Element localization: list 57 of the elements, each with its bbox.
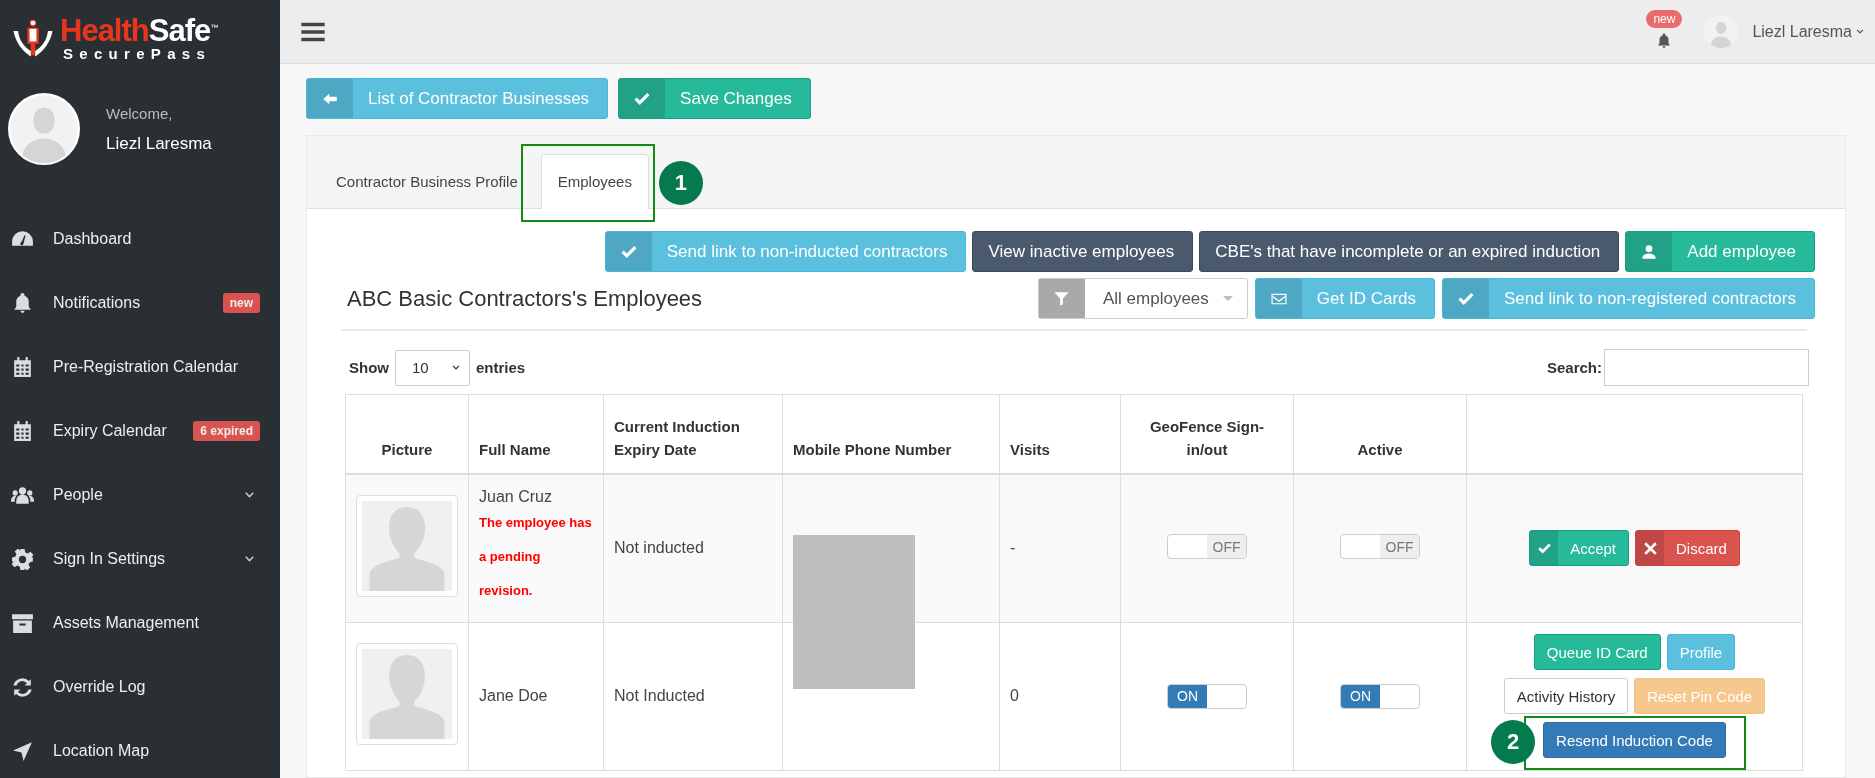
column-header: Picture bbox=[345, 394, 469, 474]
sidebar-item[interactable]: Sign In Settings bbox=[0, 527, 280, 591]
sidebar-item[interactable]: Assets Management bbox=[0, 591, 280, 655]
filter-icon bbox=[1053, 290, 1071, 307]
row-action-button[interactable]: Activity History bbox=[1503, 678, 1629, 714]
filter-dropdown[interactable]: All employees bbox=[1037, 278, 1248, 319]
length-label: Show bbox=[349, 359, 389, 376]
table-cell: Not inducted bbox=[614, 539, 704, 557]
avatar-placeholder bbox=[8, 93, 80, 165]
notification-badge: new bbox=[1646, 9, 1683, 28]
column-header: Full Name bbox=[468, 394, 604, 474]
search-label: Search: bbox=[1546, 359, 1602, 376]
column-header: Current Induction Expiry Date bbox=[603, 394, 783, 474]
sidebar-item[interactable]: People bbox=[0, 463, 280, 527]
sidebar-item[interactable]: Expiry Calendar 6 expired bbox=[0, 399, 280, 463]
sidebar-item[interactable]: Pre-Registration Calendar bbox=[0, 335, 280, 399]
sidebar-badge: new bbox=[222, 293, 260, 313]
entries-dropdown[interactable]: 10 bbox=[395, 349, 470, 386]
sidebar-item[interactable]: Dashboard bbox=[0, 207, 280, 271]
search-field[interactable] bbox=[1604, 349, 1809, 386]
sidebar-item[interactable]: Notifications new bbox=[0, 271, 280, 335]
user-icon bbox=[1640, 242, 1659, 261]
sidebar-item[interactable]: Location Map bbox=[0, 719, 280, 778]
welcome-text: Welcome, bbox=[106, 104, 174, 122]
page-heading: ABC Basic Contractors's Employees bbox=[346, 285, 703, 312]
table-cell-text: Juan Cruz bbox=[479, 488, 553, 507]
toggle-switch[interactable]: OFF bbox=[1340, 534, 1420, 560]
tab[interactable]: Employees bbox=[540, 154, 649, 209]
callout-number: 1 bbox=[658, 161, 703, 205]
gear-icon bbox=[10, 546, 35, 572]
column-header: Active bbox=[1293, 394, 1467, 474]
toolbar-button[interactable]: CBE's that have incomplete or an expired induction bbox=[1199, 231, 1620, 272]
user-name: Liezl Laresma bbox=[106, 133, 212, 154]
column-header: Visits bbox=[999, 394, 1121, 474]
toggle-switch[interactable]: ON bbox=[1340, 683, 1420, 709]
row-action-button[interactable]: Resend Induction Code bbox=[1543, 722, 1726, 758]
caret-icon bbox=[1222, 296, 1233, 301]
tab[interactable]: Contractor Business Profile bbox=[319, 154, 535, 209]
table-cell: Not Inducted bbox=[614, 687, 705, 704]
logo-tagline: SecurePass bbox=[63, 45, 213, 61]
table-cell: 0 bbox=[1010, 687, 1019, 704]
row-action-button[interactable]: Discard bbox=[1635, 530, 1740, 567]
toggle-switch[interactable]: ON bbox=[1167, 683, 1247, 709]
callout-number: 2 bbox=[1491, 720, 1536, 764]
pending-revision-note: The employee has a pending revision. bbox=[479, 514, 593, 601]
table-cell-text: Jane Doe bbox=[479, 687, 549, 705]
sidebar-item[interactable]: Override Log bbox=[0, 655, 280, 719]
table-cell: - bbox=[1010, 539, 1016, 557]
toolbar-button[interactable]: View inactive employees bbox=[972, 231, 1194, 272]
length-label: entries bbox=[476, 359, 526, 376]
column-header: GeoFence Sign-in/out bbox=[1120, 394, 1294, 474]
times-icon bbox=[1642, 540, 1658, 556]
toggle-switch[interactable]: OFF bbox=[1167, 534, 1247, 560]
sidebar-badge: 6 expired bbox=[193, 421, 260, 441]
column-header: Mobile Phone Number bbox=[782, 394, 1000, 474]
logo-wordmark: HealthSafe$^{™}$ bbox=[60, 14, 218, 46]
user-menu[interactable]: Liezl Laresma bbox=[1752, 22, 1865, 41]
